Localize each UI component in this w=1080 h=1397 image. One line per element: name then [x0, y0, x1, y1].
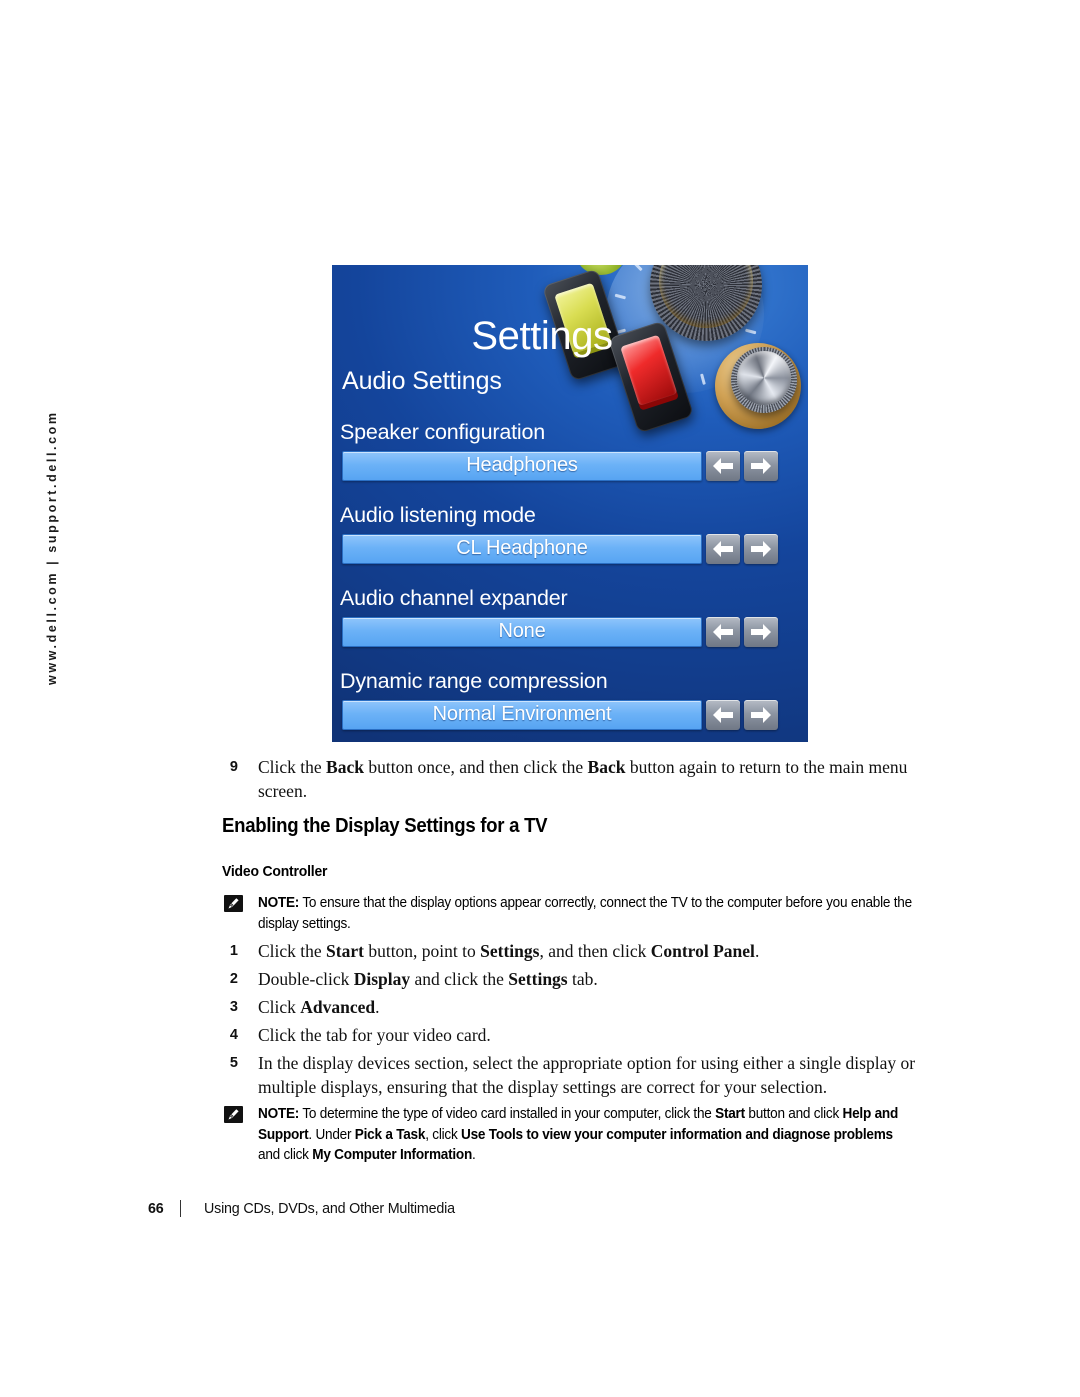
figure-subtitle: Audio Settings: [342, 367, 502, 395]
step-text: Click the Start button, point to Setting…: [258, 941, 760, 961]
step-number: 1: [229, 943, 238, 959]
setting-value: Normal Environment: [432, 703, 612, 725]
arrow-right-icon[interactable]: [744, 617, 778, 647]
settings-screenshot-figure: Settings Audio Settings Speaker configur…: [332, 265, 808, 742]
note-text: NOTE: To ensure that the display options…: [258, 893, 914, 934]
arrow-left-icon[interactable]: [706, 700, 740, 730]
footer-separator: [180, 1200, 181, 1217]
setting-value-bar[interactable]: CL Headphone: [342, 534, 702, 564]
arrow-left-icon[interactable]: [706, 451, 740, 481]
side-rail-url-text: www.dell.com | support.dell.com: [45, 410, 59, 685]
setting-label: Speaker configuration: [340, 420, 545, 444]
arrow-left-icon[interactable]: [706, 617, 740, 647]
footer-chapter-title: Using CDs, DVDs, and Other Multimedia: [204, 1201, 455, 1217]
setting-value-bar[interactable]: Normal Environment: [342, 700, 702, 730]
step-number: 3: [229, 999, 238, 1015]
side-rail: www.dell.com | support.dell.com: [0, 0, 132, 1397]
arrow-left-icon[interactable]: [706, 534, 740, 564]
step-number: 4: [229, 1027, 238, 1043]
setting-arrows: [706, 700, 778, 730]
setting-label: Audio listening mode: [340, 503, 536, 527]
setting-label: Dynamic range compression: [340, 669, 608, 693]
setting-arrows: [706, 451, 778, 481]
setting-value: Headphones: [466, 454, 578, 476]
figure-title: Settings: [471, 314, 613, 358]
setting-arrows: [706, 534, 778, 564]
step-number: 5: [229, 1055, 238, 1071]
step-text: In the display devices section, select t…: [258, 1053, 916, 1097]
setting-value: CL Headphone: [456, 537, 588, 559]
step-number: 2: [229, 971, 238, 987]
arrow-right-icon[interactable]: [744, 451, 778, 481]
note-pencil-icon: [224, 1106, 243, 1123]
setting-value: None: [498, 620, 546, 642]
setting-arrows: [706, 617, 778, 647]
step-text: Double-click Display and click the Setti…: [258, 969, 598, 989]
step-number: 9: [229, 759, 238, 775]
page-number: 66: [148, 1201, 164, 1217]
step-text: Click the Back button once, and then cli…: [258, 757, 908, 801]
page-sub-heading: Video Controller: [222, 863, 328, 880]
note-body-text: To determine the type of video card inst…: [258, 1106, 899, 1163]
arrow-right-icon[interactable]: [744, 700, 778, 730]
arrow-right-icon[interactable]: [744, 534, 778, 564]
note-text: NOTE: To determine the type of video car…: [258, 1104, 914, 1166]
note-pencil-icon: [224, 895, 243, 912]
step-text: Click Advanced.: [258, 997, 380, 1017]
note-body-text: To ensure that the display options appea…: [258, 895, 912, 932]
setting-value-bar[interactable]: Headphones: [342, 451, 702, 481]
setting-label: Audio channel expander: [340, 586, 568, 610]
setting-value-bar[interactable]: None: [342, 617, 702, 647]
note-lead: NOTE:: [258, 895, 300, 911]
step-text: Click the tab for your video card.: [258, 1025, 491, 1045]
page-section-heading: Enabling the Display Settings for a TV: [222, 815, 548, 837]
note-lead: NOTE:: [258, 1106, 300, 1122]
